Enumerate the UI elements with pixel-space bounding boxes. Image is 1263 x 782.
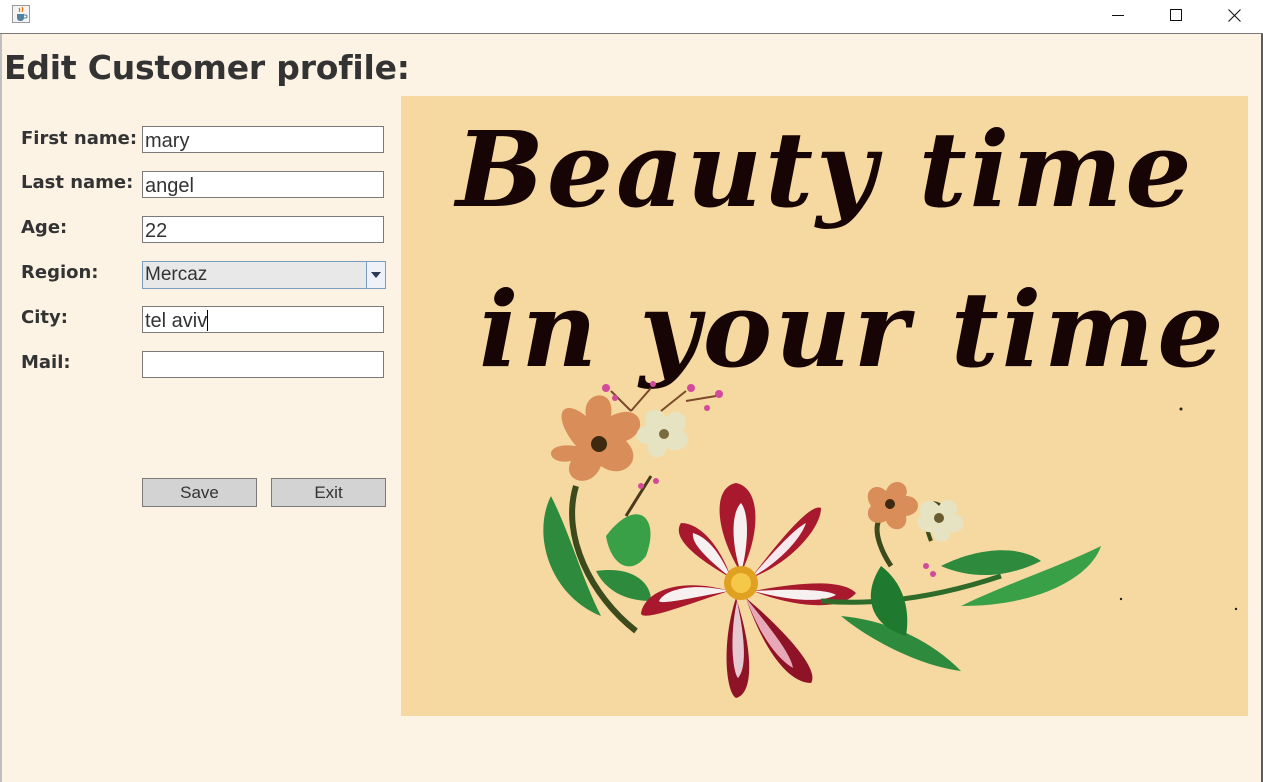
region-selected-value: Mercaz bbox=[145, 264, 208, 285]
save-button[interactable]: Save bbox=[142, 478, 257, 507]
mail-label: Mail: bbox=[21, 352, 71, 373]
page-title: Edit Customer profile: bbox=[4, 48, 410, 87]
window-content: Edit Customer profile: First name: mary … bbox=[0, 33, 1263, 782]
city-label: City: bbox=[21, 307, 68, 328]
minimize-icon bbox=[1112, 15, 1124, 16]
title-bar bbox=[0, 0, 1263, 33]
beauty-banner-image: Beauty time in your time bbox=[401, 96, 1248, 716]
flower-illustration bbox=[543, 381, 1238, 698]
java-coffee-cup-icon[interactable] bbox=[12, 5, 30, 23]
text-cursor bbox=[207, 310, 209, 331]
last-name-label: Last name: bbox=[21, 172, 134, 193]
city-field[interactable]: tel aviv bbox=[142, 306, 384, 333]
maximize-button[interactable] bbox=[1153, 0, 1199, 30]
region-dropdown[interactable]: Mercaz bbox=[142, 261, 386, 289]
close-icon bbox=[1227, 8, 1241, 22]
mail-field[interactable] bbox=[142, 351, 384, 378]
city-value: tel aviv bbox=[145, 310, 208, 332]
first-name-label: First name: bbox=[21, 128, 138, 149]
first-name-field[interactable]: mary bbox=[142, 126, 384, 153]
last-name-field[interactable]: angel bbox=[142, 171, 384, 198]
age-field[interactable]: 22 bbox=[142, 216, 384, 243]
age-label: Age: bbox=[21, 217, 68, 238]
exit-button[interactable]: Exit bbox=[271, 478, 386, 507]
minimize-button[interactable] bbox=[1095, 0, 1141, 30]
region-label: Region: bbox=[21, 262, 99, 283]
chevron-down-icon bbox=[371, 272, 381, 278]
close-button[interactable] bbox=[1211, 0, 1257, 30]
maximize-icon bbox=[1170, 9, 1182, 21]
dropdown-arrow-button[interactable] bbox=[366, 262, 385, 288]
